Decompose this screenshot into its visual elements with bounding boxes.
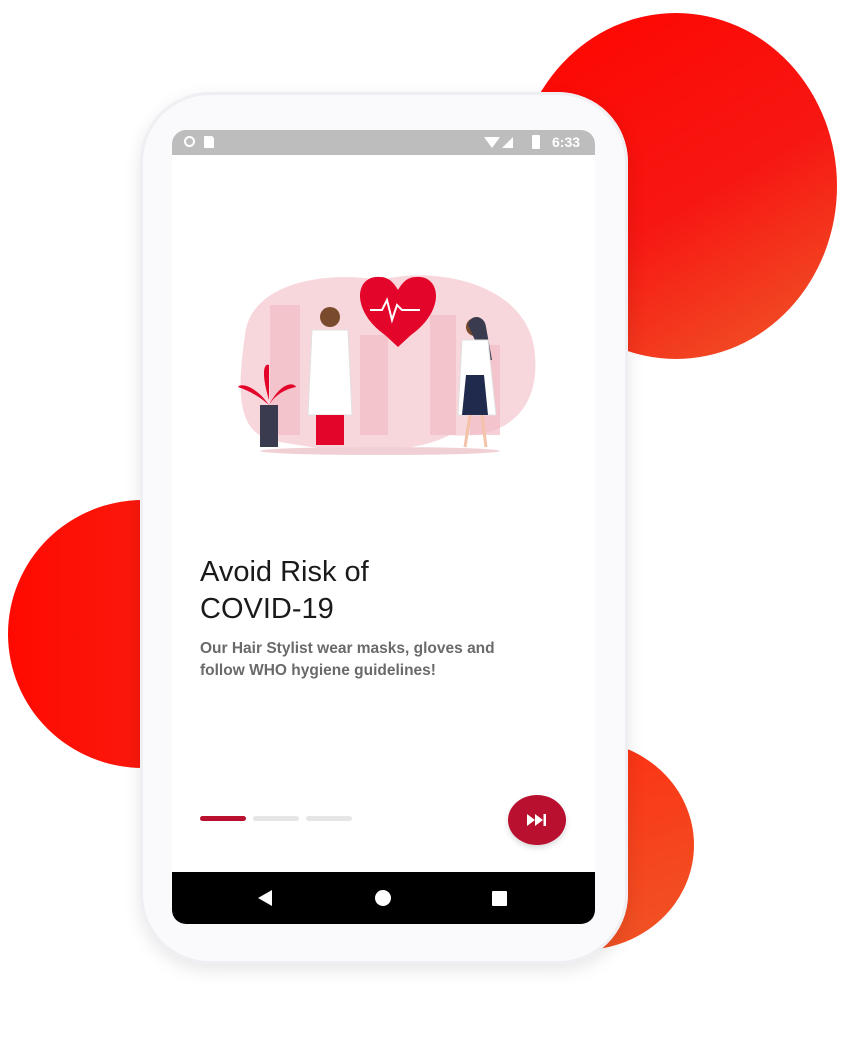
page-dot[interactable] — [253, 816, 299, 821]
status-bar: 6:33 — [172, 130, 595, 155]
onboarding-title: Avoid Risk of COVID-19 — [200, 554, 500, 628]
skip-next-icon — [527, 814, 546, 826]
plant-pot — [260, 405, 278, 447]
nurse-dress — [462, 375, 488, 415]
battery-icon — [532, 135, 540, 149]
android-nav-bar — [172, 872, 595, 924]
doctor-head — [320, 307, 340, 327]
page-dot-active[interactable] — [200, 816, 246, 821]
title-line-1: Avoid Risk of — [200, 556, 369, 588]
ground-shadow — [260, 447, 500, 455]
doctor-coat — [307, 329, 353, 416]
sd-card-icon — [204, 136, 214, 148]
page-dot[interactable] — [306, 816, 352, 821]
doctor-legs — [316, 415, 344, 445]
circle-icon — [184, 136, 195, 147]
description-line-1: Our Hair Stylist wear masks, gloves and — [200, 640, 495, 657]
description-line-2: follow WHO hygiene guidelines! — [200, 662, 436, 679]
signal-icon — [502, 137, 513, 148]
title-line-2: COVID-19 — [200, 593, 334, 625]
doctors-heart-illustration — [238, 275, 536, 455]
phone-screen: 6:33 Avoid Risk of COVID-19 Our Hair Sty… — [172, 130, 595, 924]
recent-square-icon[interactable] — [492, 891, 507, 906]
home-circle-icon[interactable] — [375, 890, 391, 906]
onboarding-description: Our Hair Stylist wear masks, gloves and … — [200, 638, 560, 682]
building-3 — [430, 315, 456, 435]
wifi-icon — [484, 137, 500, 148]
status-time: 6:33 — [552, 134, 581, 150]
building-2 — [360, 335, 388, 435]
next-button[interactable] — [508, 795, 566, 845]
back-triangle-icon[interactable] — [258, 890, 272, 906]
